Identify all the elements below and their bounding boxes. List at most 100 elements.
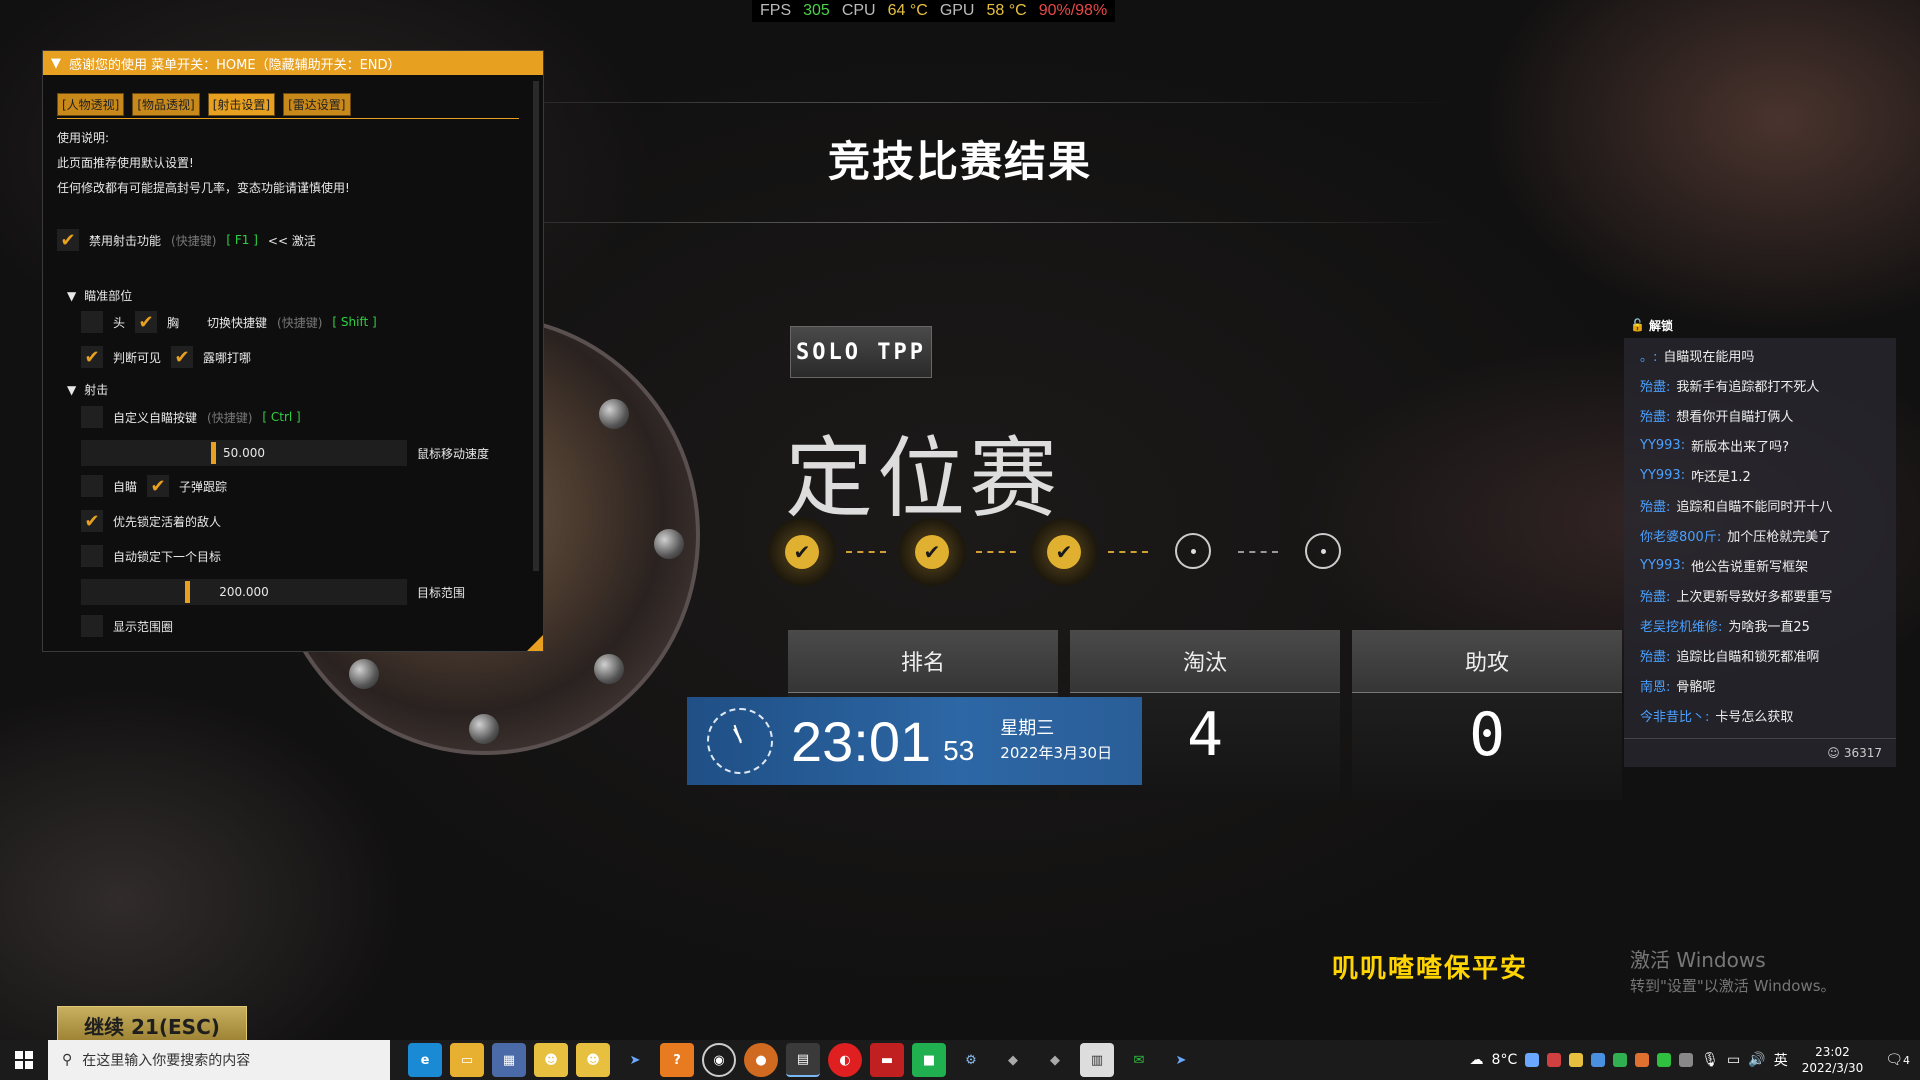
slider-handle[interactable] <box>185 581 191 603</box>
chat-username[interactable]: 。: <box>1640 346 1657 365</box>
exposed-hit-checkbox[interactable]: ✔ <box>171 346 194 368</box>
panel-scrollbar[interactable] <box>533 81 539 571</box>
tab-radar-settings[interactable]: [雷达设置] <box>283 93 351 116</box>
tray-icon[interactable] <box>1657 1053 1672 1067</box>
chat-username[interactable]: 殆盡: <box>1640 376 1670 395</box>
weather-icon[interactable]: ☁ <box>1470 1052 1484 1068</box>
start-button[interactable] <box>0 1040 48 1080</box>
disable-shoot-checkbox[interactable]: ✔ <box>57 229 79 251</box>
collapse-arrow-icon[interactable]: ▼ <box>51 56 61 71</box>
shoot-section-header[interactable]: ▼ 射击 <box>67 381 108 398</box>
tray-icon[interactable] <box>1525 1053 1540 1067</box>
tray-icon[interactable] <box>1679 1053 1694 1067</box>
chat-username[interactable]: 殆盡: <box>1640 646 1670 665</box>
panel-header[interactable]: ▼ 感谢您的使用 菜单开关：HOME（隐藏辅助开关：END） <box>43 51 543 75</box>
app-icon[interactable]: ☻ <box>534 1043 568 1077</box>
tab-shoot-settings[interactable]: [射击设置] <box>207 93 276 116</box>
expand-arrow-icon: ▼ <box>67 382 77 397</box>
pubg-icon[interactable]: ◆ <box>996 1043 1030 1077</box>
slider-handle[interactable] <box>211 442 217 464</box>
unlock-icon: 🔓 <box>1630 318 1645 332</box>
chat-message: 你老婆800斤: 加个压枪就完美了 <box>1624 520 1896 550</box>
head-checkbox[interactable] <box>81 311 103 333</box>
app-icon[interactable]: ? <box>660 1043 694 1077</box>
volume-icon[interactable]: 🔊 <box>1748 1052 1765 1068</box>
aim-section-header[interactable]: ▼ 瞄准部位 <box>67 287 132 304</box>
chat-header[interactable]: 🔓 解锁 <box>1624 312 1896 338</box>
send-icon[interactable]: ➤ <box>1164 1043 1198 1077</box>
chat-text: 上次更新导致好多都要重写 <box>1676 589 1833 605</box>
steam-icon[interactable]: ⚙ <box>954 1043 988 1077</box>
placement-progress: ✔ ✔ ✔ <box>768 518 1358 590</box>
chat-text: 他公告说重新写框架 <box>1691 559 1809 575</box>
panel-header-text: 感谢您的使用 菜单开关：HOME（隐藏辅助开关：END） <box>69 57 401 73</box>
weather-temp[interactable]: 8°C <box>1492 1052 1518 1068</box>
obs-icon[interactable]: ◉ <box>702 1043 736 1077</box>
bullet-track-checkbox[interactable]: ✔ <box>147 475 170 497</box>
chat-username[interactable]: 南恩: <box>1640 676 1670 695</box>
active-app-icon[interactable]: ▤ <box>786 1043 820 1077</box>
chat-username[interactable]: 殆盡: <box>1640 406 1670 425</box>
chat-username[interactable]: 殆盡: <box>1640 586 1670 605</box>
target-range-slider[interactable]: 200.000 <box>81 579 407 605</box>
chat-username[interactable]: YY993: <box>1640 558 1685 573</box>
chat-message: 殆盡: 我新手有追踪都打不死人 <box>1624 370 1896 400</box>
chat-username[interactable]: 你老婆800斤: <box>1640 526 1721 545</box>
auto-aim-label: 自瞄 <box>113 479 138 494</box>
visible-check-checkbox[interactable]: ✔ <box>81 346 103 368</box>
tray-icon[interactable] <box>1569 1053 1584 1067</box>
hotkey-ctrl[interactable]: [ Ctrl ] <box>262 410 300 424</box>
ime-indicator[interactable]: 英 <box>1774 1050 1788 1070</box>
edge-icon[interactable]: e <box>408 1043 442 1077</box>
pubg-icon[interactable]: ◆ <box>1038 1043 1072 1077</box>
resize-grip[interactable] <box>527 635 543 651</box>
tray-date: 2022/3/30 <box>1801 1061 1864 1075</box>
app-icon[interactable]: ◐ <box>828 1043 862 1077</box>
auto-aim-checkbox[interactable] <box>81 475 103 497</box>
hotkey-f1[interactable]: [ F1 ] <box>226 233 258 247</box>
tray-icon[interactable] <box>1591 1053 1606 1067</box>
auto-next-row: 自动锁定下一个目标 <box>81 545 221 567</box>
chat-username[interactable]: 今非昔比丶: <box>1640 706 1709 725</box>
chat-username[interactable]: 殆盡: <box>1640 496 1670 515</box>
clock-time: 23:01 <box>791 709 932 773</box>
tray-icon[interactable] <box>1613 1053 1628 1067</box>
cpu-temp: 64 °C <box>887 2 928 19</box>
show-range-checkbox[interactable] <box>81 615 103 637</box>
taskbar-search[interactable]: ⚲ 在这里输入你要搜索的内容 <box>48 1040 390 1080</box>
app-icon[interactable]: ● <box>744 1043 778 1077</box>
mouse-speed-slider[interactable]: 50.000 <box>81 440 407 466</box>
continue-button[interactable]: 继续 21(ESC) <box>57 1006 247 1044</box>
calculator-icon[interactable]: ▦ <box>492 1043 526 1077</box>
tab-character-esp[interactable]: [人物透视] <box>57 93 125 116</box>
tab-item-esp[interactable]: [物品透视] <box>132 93 200 116</box>
app-icon[interactable]: ■ <box>912 1043 946 1077</box>
lock-alive-checkbox[interactable]: ✔ <box>81 510 103 532</box>
chat-username[interactable]: YY993: <box>1640 468 1685 483</box>
chest-checkbox[interactable]: ✔ <box>135 311 158 333</box>
viewer-count: 36317 <box>1843 746 1882 760</box>
custom-aim-checkbox[interactable] <box>81 406 103 428</box>
panel-tabs: [人物透视] [物品透视] [射击设置] [雷达设置] <box>43 75 543 116</box>
hotkey-shift[interactable]: [ Shift ] <box>332 315 376 329</box>
chat-text: 卡号怎么获取 <box>1715 709 1794 725</box>
microphone-icon[interactable]: 🎙 <box>1701 1052 1719 1068</box>
network-icon[interactable]: ▭ <box>1727 1052 1740 1068</box>
chat-text: 咋还是1.2 <box>1691 469 1751 485</box>
app-icon[interactable]: ▥ <box>1080 1043 1114 1077</box>
voicemeeter-icon[interactable]: ▬ <box>870 1043 904 1077</box>
notification-icon[interactable]: 🗨 <box>1885 1052 1903 1068</box>
chat-username[interactable]: 老吴挖机维修: <box>1640 616 1722 635</box>
chat-username[interactable]: YY993: <box>1640 438 1685 453</box>
chat-message-list[interactable]: 。: 自瞄现在能用吗 殆盡: 我新手有追踪都打不死人 殆盡: 想看你开自瞄打俩人 YY993… <box>1624 338 1896 738</box>
app-icon[interactable]: ☻ <box>576 1043 610 1077</box>
wechat-icon[interactable]: ✉ <box>1122 1043 1156 1077</box>
send-icon[interactable]: ➤ <box>618 1043 652 1077</box>
intro-line-3: 任何修改都有可能提高封号几率，变态功能请谨慎使用! <box>57 181 350 195</box>
tray-icon[interactable] <box>1635 1053 1650 1067</box>
disable-shoot-row: ✔ 禁用射击功能 (快捷键) [ F1 ] << 激活 <box>57 229 316 251</box>
tray-icon[interactable] <box>1547 1053 1562 1067</box>
auto-next-checkbox[interactable] <box>81 545 103 567</box>
file-explorer-icon[interactable]: ▭ <box>450 1043 484 1077</box>
tray-clock[interactable]: 23:02 2022/3/30 <box>1802 1044 1864 1076</box>
